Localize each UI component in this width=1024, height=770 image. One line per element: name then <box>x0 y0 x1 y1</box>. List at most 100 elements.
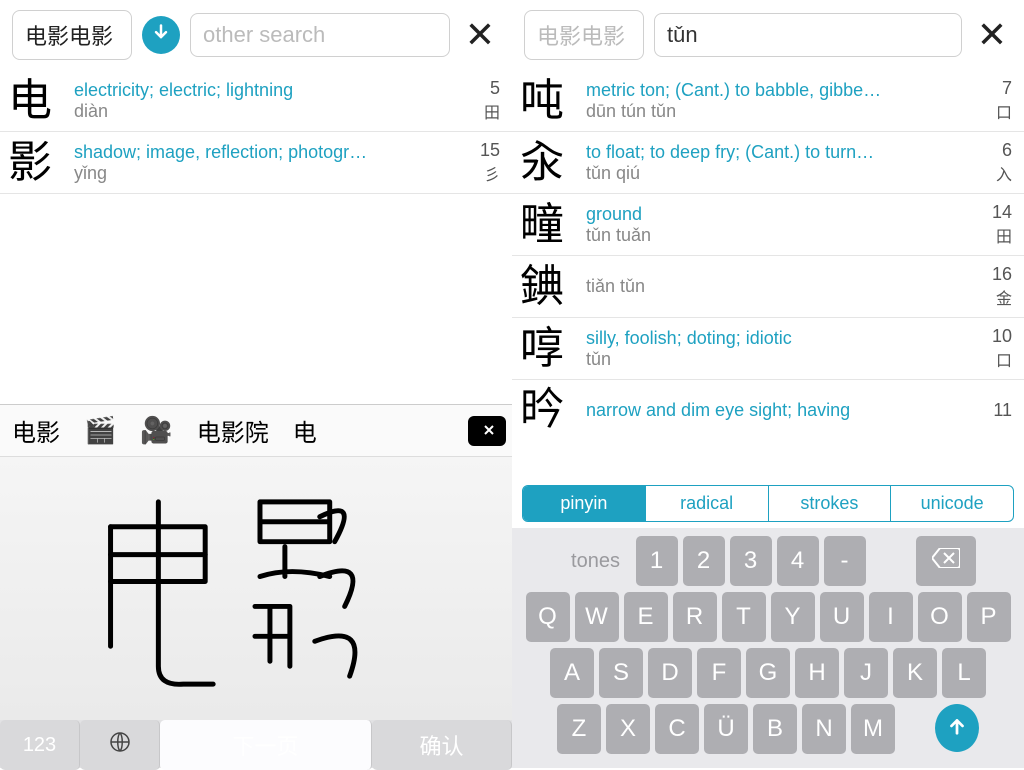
seg-unicode[interactable]: unicode <box>891 486 1013 521</box>
letter-key[interactable]: A <box>550 648 594 698</box>
close-button[interactable]: ✕ <box>460 15 500 55</box>
backspace-button[interactable] <box>468 416 506 446</box>
candidate[interactable]: 🎬 <box>78 411 122 450</box>
right-results: 吨 metric ton; (Cant.) to babble, gibbe…d… <box>512 70 1024 477</box>
letter-key[interactable]: L <box>942 648 986 698</box>
result-row[interactable]: 昑 narrow and dim eye sight; having 11 <box>512 380 1024 440</box>
result-row[interactable]: 啍 silly, foolish; doting; idiotictǔn 10口 <box>512 318 1024 380</box>
numeric-key[interactable]: 123 <box>0 720 80 770</box>
letter-key[interactable]: I <box>869 592 913 642</box>
result-row[interactable]: 疃 groundtǔn tuǎn 14田 <box>512 194 1024 256</box>
letter-key[interactable]: G <box>746 648 790 698</box>
result-strokes: 14 <box>980 202 1012 223</box>
letter-key[interactable]: Y <box>771 592 815 642</box>
hanzi-search-input[interactable]: 电影电影 <box>12 10 132 60</box>
result-row[interactable]: 电 electricity; electric; lightning diàn … <box>0 70 512 132</box>
result-strokes: 10 <box>980 326 1012 347</box>
globe-icon <box>108 730 132 760</box>
backspace-key[interactable] <box>916 536 976 586</box>
tone-key[interactable]: 4 <box>777 536 819 586</box>
letter-key[interactable]: B <box>753 704 797 754</box>
result-gloss: to float; to deep fry; (Cant.) to turn… <box>586 142 972 163</box>
result-gloss: shadow; image, reflection; photogr… <box>74 142 460 163</box>
result-hanzi: 錪 <box>520 265 580 309</box>
tone-key[interactable]: 1 <box>636 536 678 586</box>
backspace-icon <box>476 417 498 445</box>
candidate[interactable]: 🎥 <box>134 411 178 450</box>
candidate[interactable]: 电影 <box>6 409 66 452</box>
result-pinyin: dūn tún tǔn <box>586 101 972 122</box>
handwriting-canvas[interactable] <box>0 456 512 720</box>
result-strokes: 15 <box>468 140 500 161</box>
letter-key[interactable]: X <box>606 704 650 754</box>
letter-key[interactable]: Q <box>526 592 570 642</box>
letter-key[interactable]: M <box>851 704 895 754</box>
letter-key[interactable]: W <box>575 592 619 642</box>
letter-key[interactable]: J <box>844 648 888 698</box>
letter-key[interactable]: S <box>599 648 643 698</box>
hanzi-search-input[interactable]: 电影电影 <box>524 10 644 60</box>
letter-key[interactable]: Z <box>557 704 601 754</box>
close-button[interactable]: ✕ <box>972 15 1012 55</box>
tone-key[interactable]: 2 <box>683 536 725 586</box>
result-row[interactable]: 影 shadow; image, reflection; photogr… yǐ… <box>0 132 512 194</box>
letter-key[interactable]: T <box>722 592 766 642</box>
result-hanzi: 电 <box>8 79 68 123</box>
seg-radical[interactable]: radical <box>646 486 769 521</box>
other-search-input[interactable]: tǔn <box>654 13 962 57</box>
seg-strokes[interactable]: strokes <box>769 486 892 521</box>
other-search-input[interactable]: other search <box>190 13 450 57</box>
letter-key[interactable]: P <box>967 592 1011 642</box>
result-pinyin: tǔn tuǎn <box>586 225 972 246</box>
result-pinyin: tiǎn tǔn <box>586 276 972 297</box>
letter-key[interactable]: N <box>802 704 846 754</box>
result-gloss: silly, foolish; doting; idiotic <box>586 328 972 349</box>
candidate[interactable]: 电 <box>287 409 323 452</box>
result-row[interactable]: 汆 to float; to deep fry; (Cant.) to turn… <box>512 132 1024 194</box>
result-radical: 口 <box>980 99 1012 123</box>
insert-down-button[interactable] <box>142 16 180 54</box>
submit-up-button[interactable] <box>935 704 979 752</box>
result-gloss: narrow and dim eye sight; having <box>586 400 972 421</box>
handwriting-bottom-bar: 123 下一页 确认 <box>0 720 512 768</box>
result-gloss: metric ton; (Cant.) to babble, gibbe… <box>586 80 972 101</box>
letter-key[interactable]: O <box>918 592 962 642</box>
left-searchbar: 电影电影 other search ✕ <box>0 0 512 70</box>
letter-key[interactable]: E <box>624 592 668 642</box>
result-hanzi: 汆 <box>520 141 580 185</box>
arrow-down-icon <box>151 23 171 48</box>
letter-key[interactable]: F <box>697 648 741 698</box>
result-radical: 金 <box>980 285 1012 309</box>
result-pinyin: yǐng <box>74 163 460 184</box>
arrow-up-icon <box>946 714 968 743</box>
tone-key[interactable]: - <box>824 536 866 586</box>
letter-key[interactable]: Ü <box>704 704 748 754</box>
result-row[interactable]: 吨 metric ton; (Cant.) to babble, gibbe…d… <box>512 70 1024 132</box>
letter-key[interactable]: D <box>648 648 692 698</box>
letter-key[interactable]: R <box>673 592 717 642</box>
result-pinyin: tǔn qiú <box>586 163 972 184</box>
candidate[interactable]: 电影院 <box>191 409 275 452</box>
backspace-icon <box>932 547 960 575</box>
letter-key[interactable]: K <box>893 648 937 698</box>
result-row[interactable]: 錪 tiǎn tǔn 16金 <box>512 256 1024 318</box>
tone-key[interactable]: 3 <box>730 536 772 586</box>
next-page-key[interactable]: 下一页 <box>160 720 372 770</box>
result-radical: 田 <box>980 223 1012 247</box>
letter-key[interactable]: H <box>795 648 839 698</box>
result-hanzi: 吨 <box>520 79 580 123</box>
result-radical: 田 <box>468 99 500 123</box>
close-icon: ✕ <box>465 14 495 56</box>
result-radical: 口 <box>980 347 1012 371</box>
result-strokes: 7 <box>980 78 1012 99</box>
close-icon: ✕ <box>977 14 1007 56</box>
right-panel: 电影电影 tǔn ✕ 吨 metric ton; (Cant.) to babb… <box>512 0 1024 768</box>
result-pinyin: tǔn <box>586 349 972 370</box>
letter-key[interactable]: U <box>820 592 864 642</box>
letter-key[interactable]: C <box>655 704 699 754</box>
right-searchbar: 电影电影 tǔn ✕ <box>512 0 1024 70</box>
seg-pinyin[interactable]: pinyin <box>523 486 646 521</box>
confirm-key[interactable]: 确认 <box>372 720 512 770</box>
segment-wrap: pinyin radical strokes unicode <box>512 477 1024 528</box>
globe-key[interactable] <box>80 720 160 770</box>
